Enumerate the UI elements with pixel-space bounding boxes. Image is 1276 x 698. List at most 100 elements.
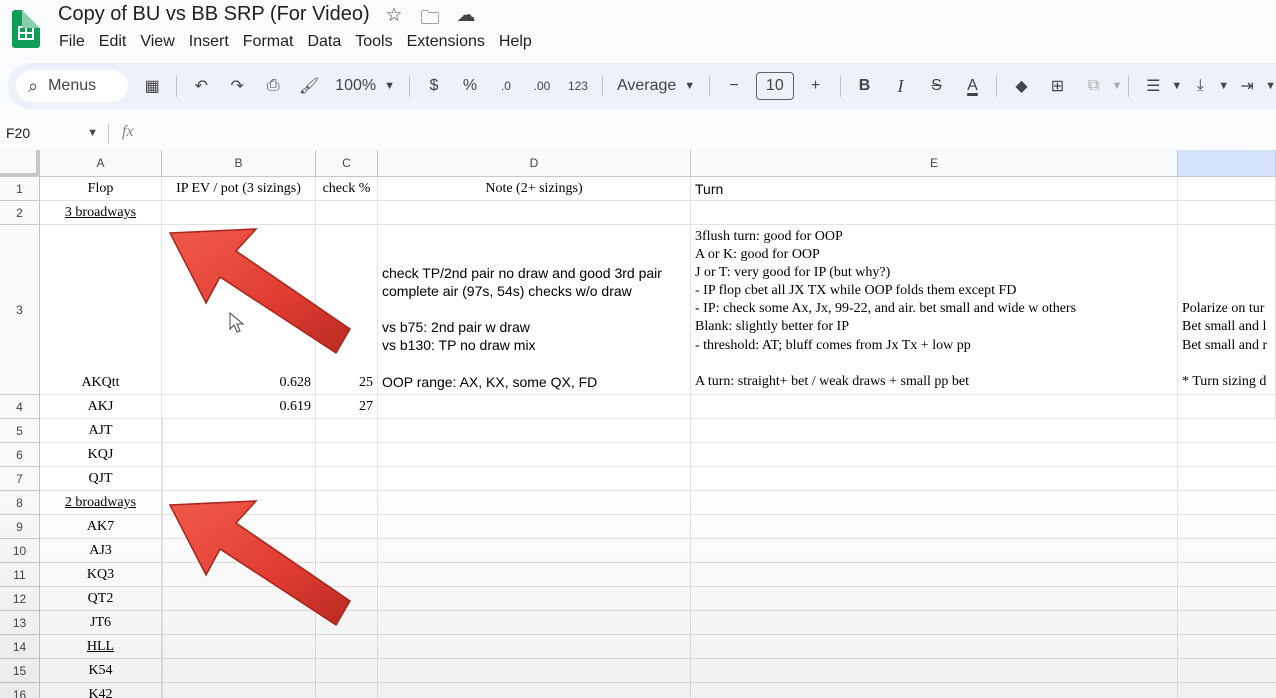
row-header[interactable]: 12: [0, 587, 40, 611]
cell-a2[interactable]: 3 broadways: [40, 201, 162, 225]
row-header[interactable]: 10: [0, 539, 40, 563]
cell-f4[interactable]: [1178, 395, 1276, 419]
horizontal-align-icon[interactable]: ☰: [1135, 71, 1171, 101]
cell-a12[interactable]: QT2: [40, 587, 162, 611]
cell-a9[interactable]: AK7: [40, 515, 162, 539]
cell-a5[interactable]: AJT: [40, 419, 162, 443]
cell-a8[interactable]: 2 broadways: [40, 491, 162, 515]
merge-cells-icon[interactable]: ⧉: [1075, 71, 1111, 101]
menu-data[interactable]: Data: [300, 31, 348, 53]
row-header[interactable]: 16: [0, 683, 40, 698]
row-header[interactable]: 7: [0, 467, 40, 491]
decrease-font-size-button[interactable]: −: [716, 71, 752, 101]
font-size-input[interactable]: 10: [756, 72, 794, 100]
strikethrough-button[interactable]: S: [918, 71, 954, 101]
vertical-align-icon[interactable]: ⤓: [1182, 71, 1218, 101]
decrease-decimal-button[interactable]: .0: [488, 71, 524, 101]
currency-format-button[interactable]: $: [416, 71, 452, 101]
cell-a7[interactable]: QJT: [40, 467, 162, 491]
row-header[interactable]: 3: [0, 225, 40, 395]
cell-c2[interactable]: [316, 201, 378, 225]
number-format-button[interactable]: 123: [560, 71, 596, 101]
document-title[interactable]: Copy of BU vs BB SRP (For Video): [58, 3, 370, 26]
caret-down-icon[interactable]: ▼: [1171, 80, 1182, 92]
select-all-corner[interactable]: [0, 150, 40, 177]
cell-a11[interactable]: KQ3: [40, 563, 162, 587]
cell-a13[interactable]: JT6: [40, 611, 162, 635]
menus-search-button[interactable]: ⌕ Menus: [16, 70, 129, 102]
column-header-c[interactable]: C: [316, 150, 378, 177]
row-header[interactable]: 6: [0, 443, 40, 467]
cell-e1[interactable]: Turn: [691, 177, 1178, 201]
cell-e3[interactable]: 3flush turn: good for OOP A or K: good f…: [691, 225, 1178, 395]
increase-decimal-button[interactable]: .00: [524, 71, 560, 101]
cell-e4[interactable]: [691, 395, 1178, 419]
row-header[interactable]: 13: [0, 611, 40, 635]
menu-format[interactable]: Format: [236, 31, 301, 53]
cell-a6[interactable]: KQJ: [40, 443, 162, 467]
row-header[interactable]: 5: [0, 419, 40, 443]
fx-icon: fx: [122, 123, 134, 140]
cell-a16[interactable]: K42: [40, 683, 162, 698]
cell-e2[interactable]: [691, 201, 1178, 225]
cell-b2[interactable]: [162, 201, 316, 225]
menu-edit[interactable]: Edit: [92, 31, 134, 53]
cell-d1[interactable]: Note (2+ sizings): [378, 177, 691, 201]
menu-help[interactable]: Help: [492, 31, 539, 53]
redo-icon[interactable]: ↷: [219, 71, 255, 101]
column-header-b[interactable]: B: [162, 150, 316, 177]
text-color-button[interactable]: A: [954, 71, 990, 101]
menu-file[interactable]: File: [52, 31, 92, 53]
column-header-e[interactable]: E: [691, 150, 1178, 177]
paint-format-icon[interactable]: 🖌: [291, 71, 327, 101]
bold-button[interactable]: B: [846, 71, 882, 101]
caret-down-icon[interactable]: ▼: [1218, 80, 1229, 92]
fill-color-icon[interactable]: ◆: [1003, 71, 1039, 101]
cell-c4[interactable]: 27: [316, 395, 378, 419]
italic-button[interactable]: I: [882, 71, 918, 101]
row-header[interactable]: 14: [0, 635, 40, 659]
cell-f1[interactable]: [1178, 177, 1276, 201]
menu-tools[interactable]: Tools: [348, 31, 399, 53]
menu-insert[interactable]: Insert: [182, 31, 236, 53]
cell-a10[interactable]: AJ3: [40, 539, 162, 563]
cell-c1[interactable]: check %: [316, 177, 378, 201]
text-wrapping-icon[interactable]: ⇥: [1229, 71, 1265, 101]
row-header[interactable]: 15: [0, 659, 40, 683]
zoom-select[interactable]: 100% ▼: [327, 71, 403, 101]
row-header[interactable]: 8: [0, 491, 40, 515]
column-header-d[interactable]: D: [378, 150, 691, 177]
row-header[interactable]: 11: [0, 563, 40, 587]
increase-font-size-button[interactable]: +: [798, 71, 834, 101]
sheets-logo-icon[interactable]: [12, 10, 40, 48]
name-box[interactable]: F20 ▼: [0, 120, 108, 146]
cell-d3[interactable]: check TP/2nd pair no draw and good 3rd p…: [378, 225, 691, 395]
calendar-icon[interactable]: ▦: [134, 71, 170, 101]
cell-d2[interactable]: [378, 201, 691, 225]
row-header[interactable]: 4: [0, 395, 40, 419]
row-header[interactable]: 2: [0, 201, 40, 225]
print-icon[interactable]: ⎙: [255, 71, 291, 101]
cell-a4[interactable]: AKJ: [40, 395, 162, 419]
cell-d4[interactable]: [378, 395, 691, 419]
column-header-a[interactable]: A: [40, 150, 162, 177]
percent-format-button[interactable]: %: [452, 71, 488, 101]
cell-a1[interactable]: Flop: [40, 177, 162, 201]
row-header[interactable]: 1: [0, 177, 40, 201]
font-select[interactable]: Average ▼: [609, 71, 703, 101]
row-header[interactable]: 9: [0, 515, 40, 539]
caret-down-icon[interactable]: ▼: [1265, 80, 1276, 92]
menu-extensions[interactable]: Extensions: [400, 31, 492, 53]
column-header-f[interactable]: [1178, 150, 1276, 177]
cell-b1[interactable]: IP EV / pot (3 sizings): [162, 177, 316, 201]
cell-f3[interactable]: Polarize on tur Bet small and l Bet smal…: [1178, 225, 1276, 395]
cell-a3[interactable]: AKQtt: [40, 225, 162, 395]
cell-b4[interactable]: 0.619: [162, 395, 316, 419]
cell-f2[interactable]: [1178, 201, 1276, 225]
cell-a14[interactable]: HLL: [40, 635, 162, 659]
caret-down-icon[interactable]: ▼: [1111, 80, 1122, 92]
borders-icon[interactable]: ⊞: [1039, 71, 1075, 101]
undo-icon[interactable]: ↶: [183, 71, 219, 101]
menu-view[interactable]: View: [133, 31, 181, 53]
cell-a15[interactable]: K54: [40, 659, 162, 683]
